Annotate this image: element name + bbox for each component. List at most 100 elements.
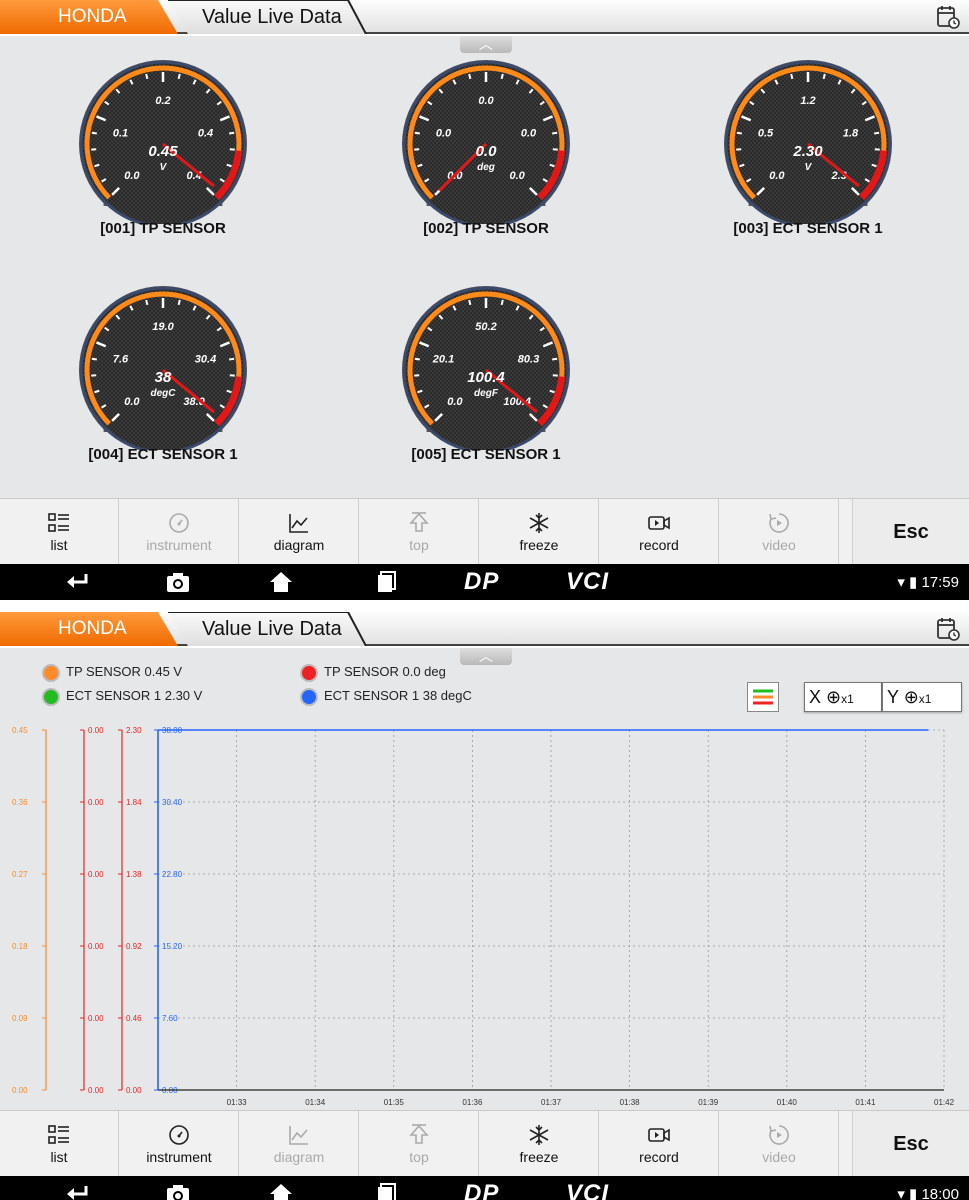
x-zoom-button[interactable]: X ⊕x1: [804, 682, 882, 712]
gauge-icon: [169, 1125, 189, 1145]
status-clock: ▾ ▮ 18:00: [897, 1185, 959, 1200]
x-tick-label: 01:39: [698, 1098, 719, 1107]
legend-item[interactable]: TP SENSOR 0.0 deg: [300, 662, 446, 682]
y-zoom-factor: x1: [918, 692, 932, 706]
video-button[interactable]: video: [720, 1111, 839, 1177]
collapse-button[interactable]: ︿: [460, 648, 512, 665]
freeze-label: freeze: [519, 1149, 559, 1165]
record-button[interactable]: record: [600, 499, 719, 565]
system-navbar: DP VCI ▾ ▮ 17:59: [0, 564, 969, 600]
legend-label: ECT SENSOR 1 38 degC: [324, 688, 472, 703]
gauge-widget: 0.0 0.1 0.2 0.4 0.4 0.45 V: [73, 54, 253, 228]
gauge-tick-label: 0.0: [124, 170, 140, 182]
gauge-tick-label: 20.1: [432, 354, 454, 366]
gauge-tick-label: 0.0: [521, 128, 537, 140]
video-button[interactable]: video: [720, 499, 839, 565]
legend-dot: [300, 687, 318, 706]
snowflake-icon: [529, 513, 549, 533]
collapse-button[interactable]: ︿: [460, 36, 512, 53]
gauge-value: 0.0: [476, 143, 498, 160]
camera-icon[interactable]: [165, 570, 191, 594]
y-tick-label: 0.00: [88, 1086, 104, 1095]
arrow-up-icon: [409, 512, 429, 532]
dp-logo[interactable]: DP: [464, 1180, 499, 1200]
home-icon[interactable]: [268, 1182, 294, 1200]
live-data-chart[interactable]: 0.00 0.09 0.18 0.27 0.36 0.45 0.00 0.00 0.00 0.00…: [0, 712, 969, 1110]
list-button[interactable]: list: [0, 499, 119, 565]
vci-logo[interactable]: VCI: [566, 1180, 609, 1200]
record-button[interactable]: record: [600, 1111, 719, 1177]
instrument-button[interactable]: instrument: [120, 499, 239, 565]
gauge-tick-label: 1.2: [800, 95, 815, 107]
x-tick-label: 01:33: [227, 1098, 248, 1107]
esc-label: Esc: [893, 521, 929, 543]
x-tick-label: 01:36: [462, 1098, 483, 1107]
x-tick-label: 01:40: [777, 1098, 798, 1107]
gauge-tick-label: 50.2: [475, 321, 496, 333]
gauge-icon: [169, 513, 189, 533]
top-button[interactable]: top: [360, 1111, 479, 1177]
video-label: video: [762, 1149, 796, 1165]
y-tick-label: 30.40: [162, 798, 183, 807]
legend-item[interactable]: ECT SENSOR 1 38 degC: [300, 686, 472, 706]
esc-button[interactable]: Esc: [852, 1111, 969, 1177]
diagram-button[interactable]: diagram: [240, 1111, 359, 1177]
recent-apps-icon[interactable]: [372, 1182, 398, 1200]
home-icon[interactable]: [268, 570, 294, 594]
back-icon[interactable]: [64, 1182, 90, 1200]
brand-label: HONDA: [58, 6, 127, 27]
x-tick-label: 01:38: [620, 1098, 641, 1107]
y-tick-label: 15.20: [162, 942, 183, 951]
freeze-button[interactable]: freeze: [480, 1111, 599, 1177]
gauge-dial: 0.00.00.00.00.00.0deg: [402, 60, 570, 228]
gauge-tick-label: 0.0: [769, 170, 785, 182]
legend-label: TP SENSOR 0.45 V: [66, 664, 183, 679]
chevron-up-icon: ︿: [479, 36, 493, 52]
gauge-dial: 0.00.10.20.40.40.45V: [79, 60, 247, 228]
series-menu-button[interactable]: [747, 682, 779, 712]
video-label: video: [762, 537, 796, 553]
vci-logo[interactable]: VCI: [566, 568, 609, 596]
gauge-unit: degC: [151, 388, 177, 399]
y-tick-label: 1.38: [126, 870, 142, 879]
top-label: top: [409, 537, 429, 553]
freeze-button[interactable]: freeze: [480, 499, 599, 565]
battery-icon: ▮: [909, 1186, 918, 1200]
brand-tab[interactable]: HONDA: [0, 0, 178, 34]
gauge-tick-label: 0.0: [436, 128, 452, 140]
y-tick-label: 2.30: [126, 726, 142, 735]
record-label: record: [639, 537, 679, 553]
instrument-label: instrument: [146, 537, 212, 553]
y-zoom-button[interactable]: Y ⊕x1: [882, 682, 962, 712]
y-tick-label: 0.00: [12, 1086, 28, 1095]
zoom-in-icon: ⊕: [826, 687, 842, 707]
instrument-button[interactable]: instrument: [120, 1111, 239, 1177]
line-chart-icon: [289, 514, 308, 533]
legend-item[interactable]: ECT SENSOR 1 2.30 V: [42, 686, 202, 706]
camera-icon[interactable]: [165, 1182, 191, 1200]
calendar-report-icon[interactable]: [935, 4, 961, 30]
legend-item[interactable]: TP SENSOR 0.45 V: [42, 662, 182, 682]
diagram-button[interactable]: diagram: [240, 499, 359, 565]
back-icon[interactable]: [64, 570, 90, 594]
y-tick-label: 0.00: [88, 798, 104, 807]
gauge-widget: 0.0 7.6 19.0 30.4 38.0 38 degC: [73, 280, 253, 454]
dp-logo[interactable]: DP: [464, 568, 499, 596]
recent-apps-icon[interactable]: [372, 570, 398, 594]
list-button[interactable]: list: [0, 1111, 119, 1177]
calendar-report-icon[interactable]: [935, 616, 961, 642]
gauge-tick-label: 19.0: [152, 321, 174, 333]
zoom-in-icon: ⊕: [903, 687, 919, 707]
gauge-tick-label: 0.2: [155, 95, 170, 107]
y-zoom-label: Y: [887, 687, 899, 707]
top-button[interactable]: top: [360, 499, 479, 565]
bottom-toolbar: list instrument diagram top freeze recor…: [0, 1110, 969, 1177]
x-zoom-label: X: [809, 687, 822, 707]
esc-label: Esc: [893, 1133, 929, 1155]
esc-button[interactable]: Esc: [852, 499, 969, 565]
diagram-panel: ︿ TP SENSOR 0.45 V TP SENSOR 0.0 deg ECT…: [0, 648, 969, 1110]
gauge-title: [001] TP SENSOR: [100, 220, 226, 237]
x-tick-label: 01:34: [305, 1098, 326, 1107]
clock-text: 18:00: [921, 1186, 959, 1200]
brand-tab[interactable]: HONDA: [0, 612, 178, 646]
